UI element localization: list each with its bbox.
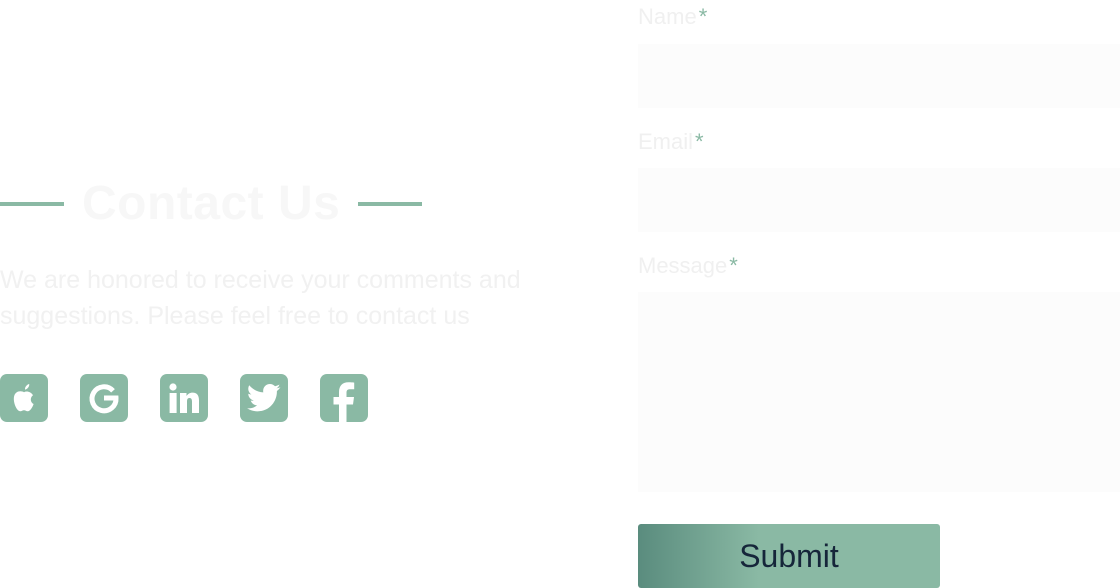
message-textarea[interactable] <box>638 292 1120 492</box>
contact-form: Name* Email* Message* Submit <box>638 0 1120 588</box>
apple-link[interactable] <box>0 374 48 422</box>
page-title: Contact Us <box>82 177 341 230</box>
google-icon <box>89 384 119 414</box>
required-marker: * <box>729 253 738 278</box>
name-label: Name* <box>638 4 707 30</box>
email-input[interactable] <box>638 168 1120 232</box>
required-marker: * <box>698 4 708 29</box>
email-label-text: Email <box>638 129 694 154</box>
facebook-icon <box>333 382 355 422</box>
email-label: Email* <box>638 129 704 155</box>
heading-divider-left <box>0 202 64 206</box>
submit-button[interactable]: Submit <box>638 524 940 588</box>
name-input[interactable] <box>638 44 1120 108</box>
facebook-link[interactable] <box>320 374 368 422</box>
name-label-text: Name <box>638 4 697 29</box>
linkedin-link[interactable] <box>160 374 208 422</box>
google-link[interactable] <box>80 374 128 422</box>
message-label: Message* <box>638 253 738 279</box>
message-label-text: Message <box>638 253 728 278</box>
twitter-icon <box>247 383 281 412</box>
linkedin-icon <box>169 383 199 413</box>
contact-heading: Contact Us <box>0 170 430 236</box>
required-marker: * <box>695 129 704 154</box>
apple-icon <box>13 384 34 412</box>
heading-divider-right <box>358 202 422 206</box>
twitter-link[interactable] <box>240 374 288 422</box>
intro-text: We are honored to receive your comments … <box>0 266 521 330</box>
